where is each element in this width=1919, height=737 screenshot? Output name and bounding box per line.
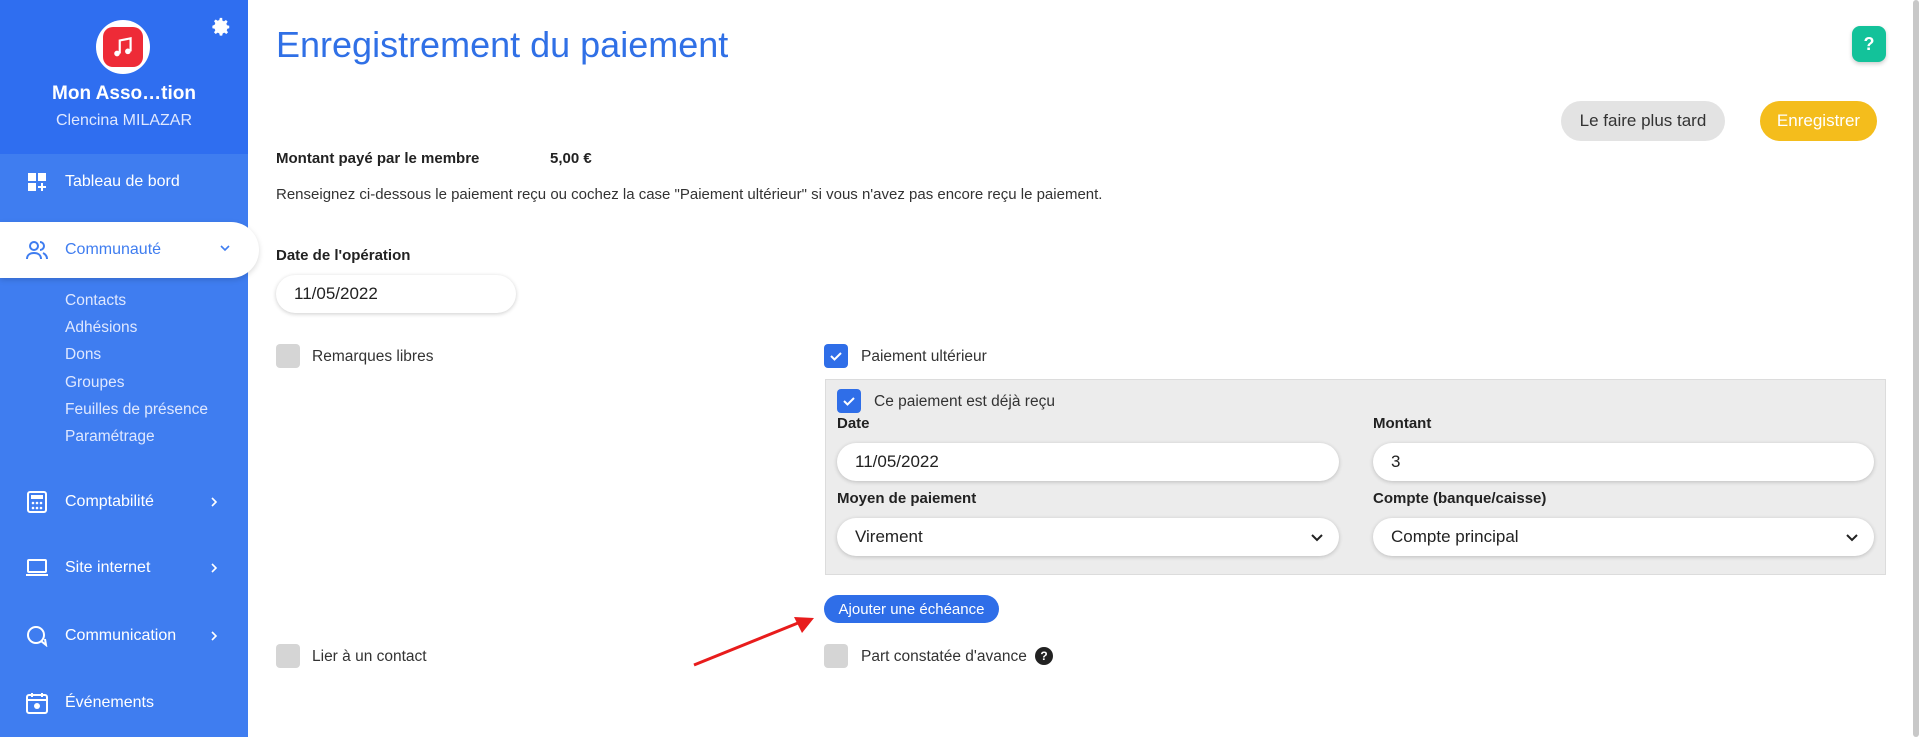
date-input[interactable]: 11/05/2022 <box>837 443 1339 481</box>
page-title: Enregistrement du paiement <box>276 24 729 65</box>
help-button[interactable]: ? <box>1852 26 1886 62</box>
help-question-icon[interactable]: ? <box>1035 647 1053 665</box>
sidebar-item-label: Communication <box>65 627 177 644</box>
sidebar-item-tableau-de-bord[interactable]: Tableau de bord <box>0 156 248 208</box>
sidebar: Mon Asso…tion Clencina MILAZAR Tableau d… <box>0 0 259 737</box>
payment-method-value: Virement <box>855 527 923 546</box>
amount-input[interactable]: 3 <box>1373 443 1874 481</box>
music-note-icon <box>103 27 143 67</box>
account-select[interactable]: Compte principal <box>1373 518 1874 556</box>
payment-method-select[interactable]: Virement <box>837 518 1339 556</box>
dashboard-icon <box>25 170 49 194</box>
submenu-item-feuilles-de-presence[interactable]: Feuilles de présence <box>65 396 208 423</box>
already-received-checkbox[interactable] <box>837 389 861 413</box>
laptop-icon <box>25 556 49 580</box>
association-logo[interactable] <box>96 20 150 74</box>
community-icon <box>25 238 49 262</box>
sidebar-item-label: Communauté <box>65 241 162 258</box>
sidebar-item-label: Site internet <box>65 559 151 576</box>
sidebar-item-communication[interactable]: Communication <box>0 610 248 662</box>
sidebar-item-label: Comptabilité <box>65 493 154 510</box>
chat-icon <box>25 624 49 648</box>
chevron-right-icon <box>204 558 224 578</box>
chevron-down-icon <box>1844 529 1860 545</box>
check-icon <box>830 352 842 361</box>
operation-date-input[interactable]: 11/05/2022 <box>276 275 516 313</box>
remarks-label: Remarques libres <box>312 348 434 365</box>
submenu-item-contacts[interactable]: Contacts <box>65 287 208 314</box>
chevron-down-icon <box>1309 529 1325 545</box>
chevron-right-icon <box>204 492 224 512</box>
deferred-part-label: Part constatée d'avance <box>861 648 1027 665</box>
already-received-label: Ce paiement est déjà reçu <box>874 393 1055 410</box>
remarks-checkbox[interactable] <box>276 344 300 368</box>
submenu-item-dons[interactable]: Dons <box>65 341 208 368</box>
check-icon <box>843 397 855 406</box>
amount-value: 5,00 € <box>550 150 592 167</box>
gear-icon[interactable] <box>210 16 234 40</box>
deferred-part-checkbox[interactable] <box>824 644 848 668</box>
later-payment-label: Paiement ultérieur <box>861 348 987 365</box>
account-value: Compte principal <box>1391 527 1519 546</box>
chevron-right-icon <box>204 626 224 646</box>
amount-label: Montant payé par le membre <box>276 150 480 167</box>
instructions-text: Renseignez ci-dessous le paiement reçu o… <box>276 186 1103 203</box>
submenu-item-groupes[interactable]: Groupes <box>65 369 208 396</box>
sidebar-item-label: Tableau de bord <box>65 173 180 190</box>
submenu-item-parametrage[interactable]: Paramétrage <box>65 423 208 450</box>
link-contact-label: Lier à un contact <box>312 648 427 665</box>
later-payment-checkbox[interactable] <box>824 344 848 368</box>
calendar-icon <box>25 691 49 715</box>
submenu-item-adhesions[interactable]: Adhésions <box>65 314 208 341</box>
link-contact-checkbox[interactable] <box>276 644 300 668</box>
user-name: Clencina MILAZAR <box>55 112 193 129</box>
annotation-arrow <box>693 617 814 667</box>
later-button[interactable]: Le faire plus tard <box>1561 101 1725 141</box>
amount-field-label: Montant <box>1373 415 1432 432</box>
sidebar-item-comptabilite[interactable]: Comptabilité <box>0 476 248 528</box>
chevron-down-icon <box>215 238 235 258</box>
sidebar-item-communaute[interactable]: Communauté <box>0 222 259 278</box>
date-label: Date <box>837 415 870 432</box>
add-schedule-button[interactable]: Ajouter une échéance <box>824 595 999 623</box>
operation-date-label: Date de l'opération <box>276 247 411 264</box>
account-label: Compte (banque/caisse) <box>1373 490 1547 507</box>
community-submenu: Contacts Adhésions Dons Groupes Feuilles… <box>65 287 208 450</box>
payment-method-label: Moyen de paiement <box>837 490 977 507</box>
scrollbar[interactable] <box>1913 0 1919 737</box>
calculator-icon <box>25 490 49 514</box>
organization-name: Mon Asso…tion <box>52 83 196 104</box>
save-button[interactable]: Enregistrer <box>1760 101 1877 141</box>
sidebar-item-label: Événements <box>65 694 154 711</box>
sidebar-item-evenements[interactable]: Événements <box>0 677 248 729</box>
sidebar-item-site-internet[interactable]: Site internet <box>0 542 248 594</box>
